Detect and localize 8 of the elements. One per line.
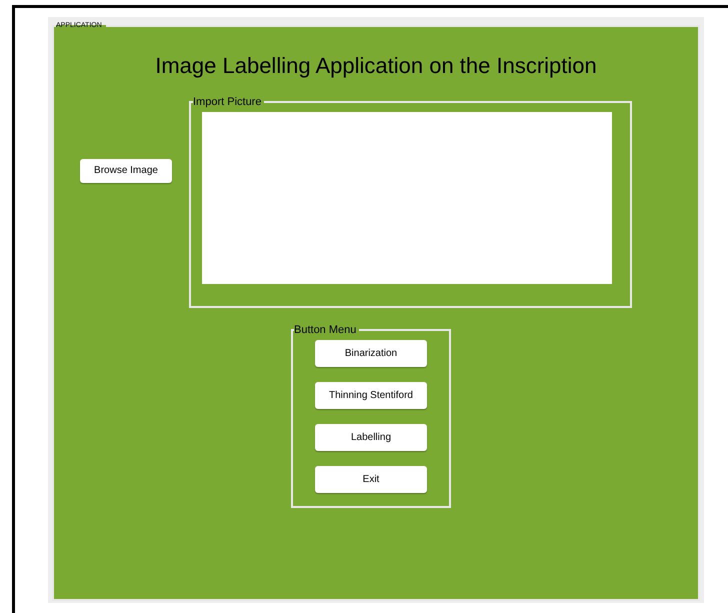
menu-button[interactable]: Thinning Stentiford [315, 382, 427, 409]
group-title: Import Picture [193, 94, 262, 110]
browse-image-button[interactable]: Browse Image [80, 158, 172, 182]
menu-button[interactable]: Exit [315, 466, 427, 493]
menu-button[interactable]: Labelling [315, 424, 427, 451]
menu-button[interactable]: Binarization [315, 340, 427, 367]
group-title: Button Menu [294, 322, 358, 338]
app-heading: Image Labelling Application on the Inscription [154, 52, 598, 80]
